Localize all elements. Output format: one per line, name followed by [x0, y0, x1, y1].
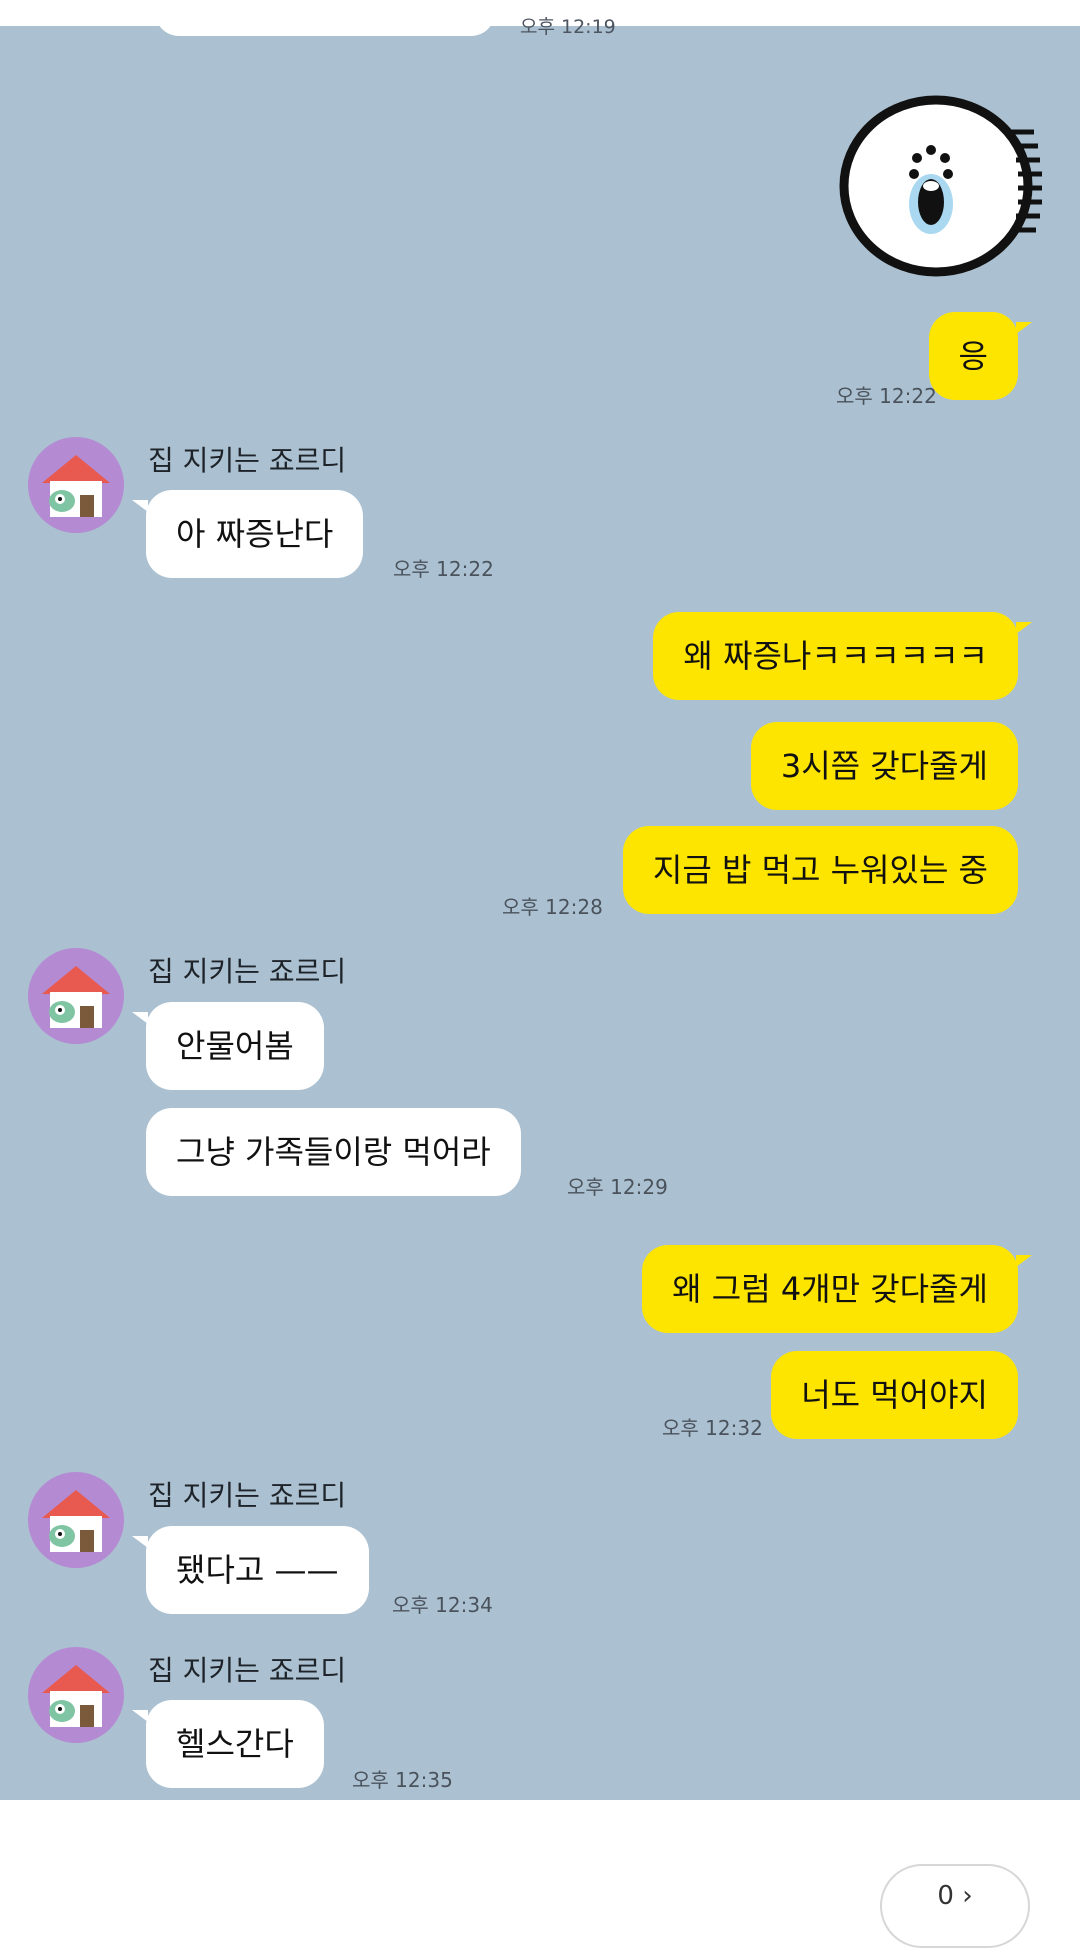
outgoing-message[interactable]: 왜 짜증나ㅋㅋㅋㅋㅋㅋ	[653, 612, 1032, 700]
reaction-pill-button[interactable]: 0 ›	[880, 1864, 1030, 1948]
outgoing-message[interactable]: 3시쯤 갖다줄게	[750, 722, 1018, 810]
incoming-message[interactable]: 헬스간다	[132, 1700, 324, 1788]
previous-message-bubble[interactable]	[155, 0, 495, 36]
incoming-message[interactable]: 아 짜증난다	[131, 490, 364, 578]
message-time: 오후 12:32	[662, 1416, 763, 1440]
outgoing-message[interactable]: 너도 먹어야지	[771, 1351, 1018, 1439]
incoming-message[interactable]: 됐다고 ——	[132, 1526, 369, 1614]
message-time: 오후 12:22	[836, 384, 937, 408]
screaming-face-sticker-icon[interactable]	[838, 92, 1044, 278]
jordy-doghouse-avatar-icon	[42, 1490, 110, 1552]
chat-area[interactable]: 오후 12:19 응 오후 12:22 집 지키는 죠르디 아 짜증난다 오후 …	[0, 0, 1080, 1800]
sender-avatar[interactable]	[28, 948, 124, 1044]
sender-avatar[interactable]	[28, 1647, 124, 1743]
outgoing-message[interactable]: 응	[928, 312, 1033, 400]
incoming-message[interactable]: 안물어봄	[132, 1002, 324, 1090]
sender-name: 집 지키는 죠르디	[148, 1654, 347, 1687]
message-time: 오후 12:29	[567, 1175, 668, 1199]
outgoing-message[interactable]: 지금 밥 먹고 누워있는 중	[622, 826, 1018, 914]
sender-name: 집 지키는 죠르디	[148, 444, 347, 477]
jordy-doghouse-avatar-icon	[42, 455, 110, 517]
sender-avatar[interactable]	[28, 437, 124, 533]
outgoing-message[interactable]: 왜 그럼 4개만 갖다줄게	[642, 1245, 1032, 1333]
message-time: 오후 12:34	[392, 1593, 493, 1617]
sender-avatar[interactable]	[28, 1472, 124, 1568]
jordy-doghouse-avatar-icon	[42, 966, 110, 1028]
incoming-message[interactable]: 그냥 가족들이랑 먹어라	[146, 1108, 521, 1196]
message-time: 오후 12:35	[352, 1768, 453, 1792]
sender-name: 집 지키는 죠르디	[148, 955, 347, 988]
sender-name: 집 지키는 죠르디	[148, 1479, 347, 1512]
message-time: 오후 12:22	[393, 557, 494, 581]
bottom-bar: 0 ›	[0, 1800, 1080, 1948]
jordy-doghouse-avatar-icon	[42, 1665, 110, 1727]
message-time: 오후 12:19	[520, 16, 616, 38]
message-time: 오후 12:28	[502, 895, 603, 919]
